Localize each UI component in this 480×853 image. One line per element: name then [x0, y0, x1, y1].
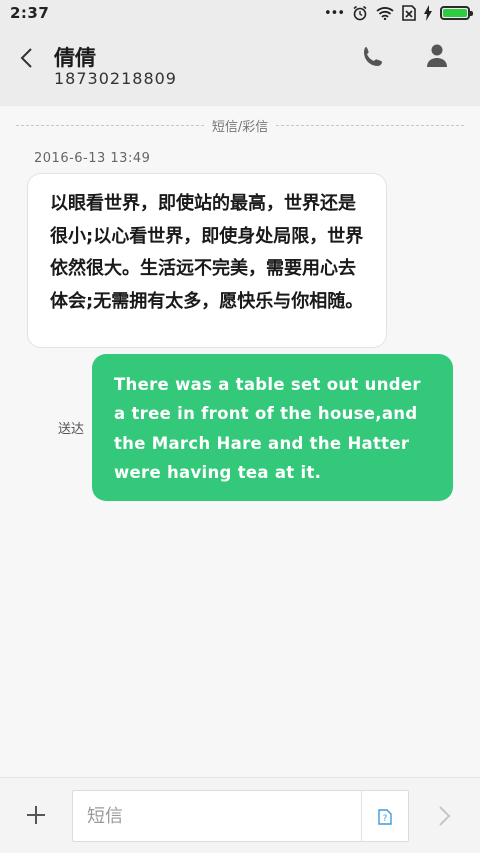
outgoing-message-bubble[interactable]: There was a table set out under a tree i…	[92, 354, 453, 501]
status-bar: 2:37 •••	[0, 0, 480, 26]
incoming-message-bubble[interactable]: 以眼看世界，即使站的最高，世界还是很小;以心看世界，即使身处局限，世界依然很大。…	[27, 173, 387, 348]
charging-icon	[424, 5, 432, 21]
add-icon[interactable]	[24, 803, 48, 827]
sim-card-icon[interactable]: ?	[377, 809, 393, 825]
divider-line	[276, 124, 465, 126]
delivery-status: 送达	[58, 422, 85, 437]
compose-bar: ?	[0, 777, 480, 853]
phone-icon[interactable]	[360, 44, 386, 70]
person-icon[interactable]	[424, 42, 450, 70]
battery-icon	[440, 6, 473, 20]
message-timestamp: 2016-6-13 13:49	[34, 151, 151, 166]
message-type-label: 短信/彩信	[211, 119, 269, 135]
sim-label: ?	[383, 814, 388, 824]
conversation-header: 倩倩 18730218809	[0, 26, 480, 106]
status-time: 2:37	[10, 4, 50, 22]
battery-fill	[443, 9, 467, 17]
alarm-icon	[353, 5, 367, 21]
more-dots-icon: •••	[323, 5, 345, 21]
compose-box: ?	[72, 790, 409, 842]
send-arrow-icon[interactable]	[432, 802, 456, 830]
contact-number: 18730218809	[54, 69, 177, 88]
status-icons: •••	[323, 5, 473, 21]
message-type-divider: 短信/彩信	[16, 116, 465, 135]
contact-name: 倩倩	[54, 46, 96, 70]
message-input[interactable]	[73, 791, 361, 841]
divider-line	[16, 124, 204, 126]
wifi-icon	[376, 7, 394, 20]
back-arrow-icon[interactable]	[14, 44, 42, 72]
no-sim-icon	[402, 5, 416, 21]
input-separator	[361, 791, 362, 841]
